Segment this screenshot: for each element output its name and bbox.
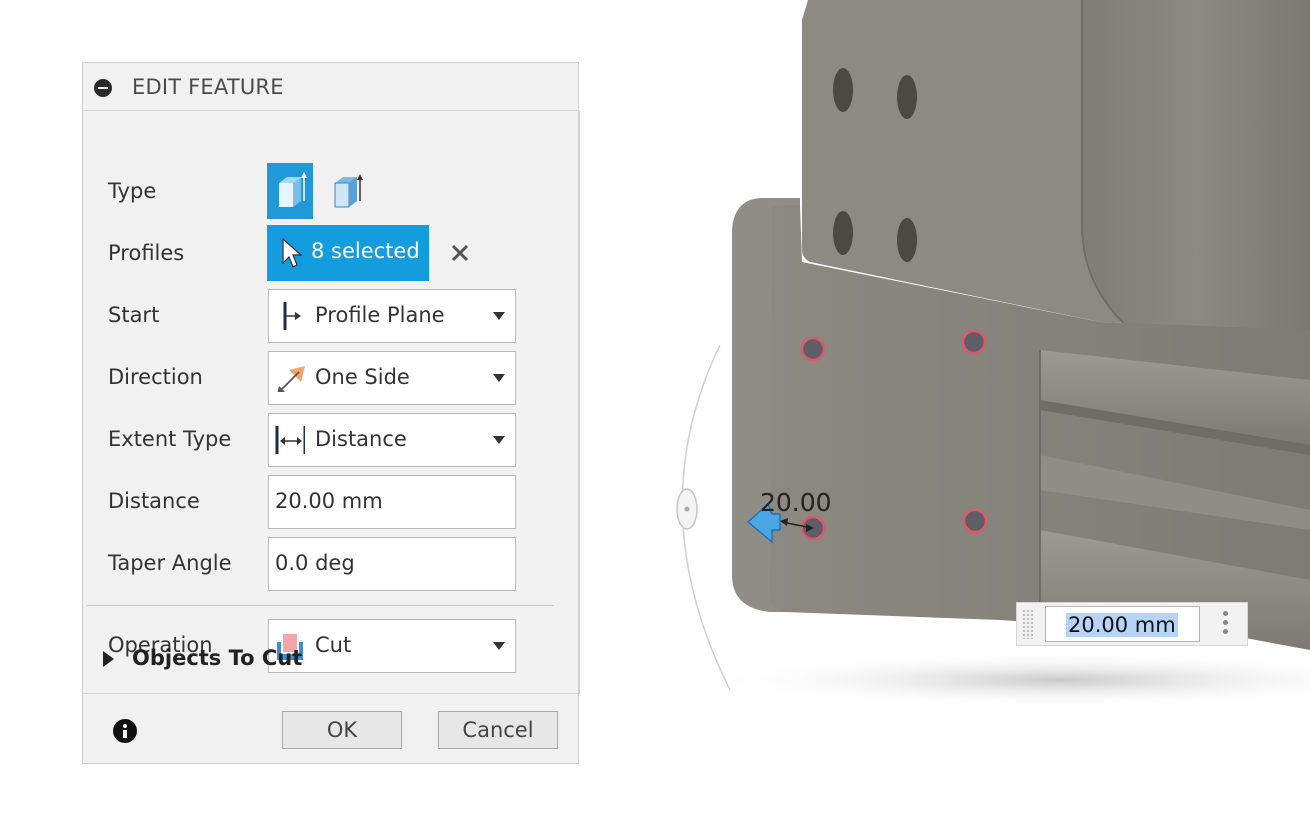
direction-value: One Side xyxy=(315,365,410,389)
extent-type-dropdown[interactable]: Distance xyxy=(268,413,516,467)
distance-field[interactable]: 20.00 mm xyxy=(268,475,516,529)
expand-triangle-icon xyxy=(103,651,114,667)
objects-to-cut-label: Objects To Cut xyxy=(132,646,303,670)
distance-icon xyxy=(275,426,305,454)
dialog-footer: OK Cancel xyxy=(83,693,580,765)
dimension-label[interactable]: 20.00 xyxy=(760,488,832,517)
chevron-down-icon xyxy=(493,374,505,382)
objects-to-cut-expander[interactable]: Objects To Cut xyxy=(103,645,403,675)
taper-angle-label: Taper Angle xyxy=(108,551,232,575)
distance-input-box[interactable]: 20.00 mm xyxy=(1045,606,1200,642)
floating-distance-input[interactable]: 20.00 mm xyxy=(1016,602,1248,646)
collapse-icon[interactable] xyxy=(94,79,112,97)
chevron-down-icon xyxy=(493,642,505,650)
dialog-body: Type Profiles 8 selected Start Profile P… xyxy=(83,111,580,693)
chevron-down-icon xyxy=(493,436,505,444)
drag-grip-icon[interactable] xyxy=(1022,609,1034,639)
extrude-icon xyxy=(279,172,307,207)
dialog-title: EDIT FEATURE xyxy=(132,75,284,99)
kebab-icon[interactable] xyxy=(1221,611,1229,639)
taper-angle-value[interactable]: 0.0 deg xyxy=(275,551,355,575)
extent-type-label: Extent Type xyxy=(108,427,232,451)
direction-label: Direction xyxy=(108,365,203,389)
info-icon[interactable] xyxy=(113,719,137,743)
type-solid-button[interactable] xyxy=(267,163,313,219)
profiles-label: Profiles xyxy=(108,241,185,265)
cancel-button[interactable]: Cancel xyxy=(438,711,558,749)
separator xyxy=(87,605,554,606)
thin-extrude-icon xyxy=(334,174,363,208)
type-label: Type xyxy=(108,179,157,203)
direction-dropdown[interactable]: One Side xyxy=(268,351,516,405)
cursor-icon xyxy=(282,237,303,268)
profiles-select-button[interactable]: 8 selected xyxy=(267,225,429,281)
profiles-selected-count: 8 selected xyxy=(311,239,420,263)
distance-label: Distance xyxy=(108,489,200,513)
start-dropdown[interactable]: Profile Plane xyxy=(268,289,516,343)
one-side-icon xyxy=(277,366,305,392)
start-label: Start xyxy=(108,303,160,327)
distance-input-value[interactable]: 20.00 mm xyxy=(1066,613,1178,637)
chevron-down-icon xyxy=(493,312,505,320)
angle-manipulator-icon[interactable] xyxy=(676,488,698,530)
ok-button[interactable]: OK xyxy=(282,711,402,749)
type-thin-button[interactable] xyxy=(329,163,375,219)
dialog-header[interactable]: EDIT FEATURE xyxy=(83,63,578,111)
profile-plane-icon xyxy=(283,302,301,330)
close-icon[interactable] xyxy=(449,242,473,266)
distance-field-value[interactable]: 20.00 mm xyxy=(275,489,383,513)
extent-type-value: Distance xyxy=(315,427,407,451)
taper-angle-field[interactable]: 0.0 deg xyxy=(268,537,516,591)
edit-feature-dialog: EDIT FEATURE Type Profiles 8 selected St… xyxy=(82,62,580,765)
start-value: Profile Plane xyxy=(315,303,445,327)
